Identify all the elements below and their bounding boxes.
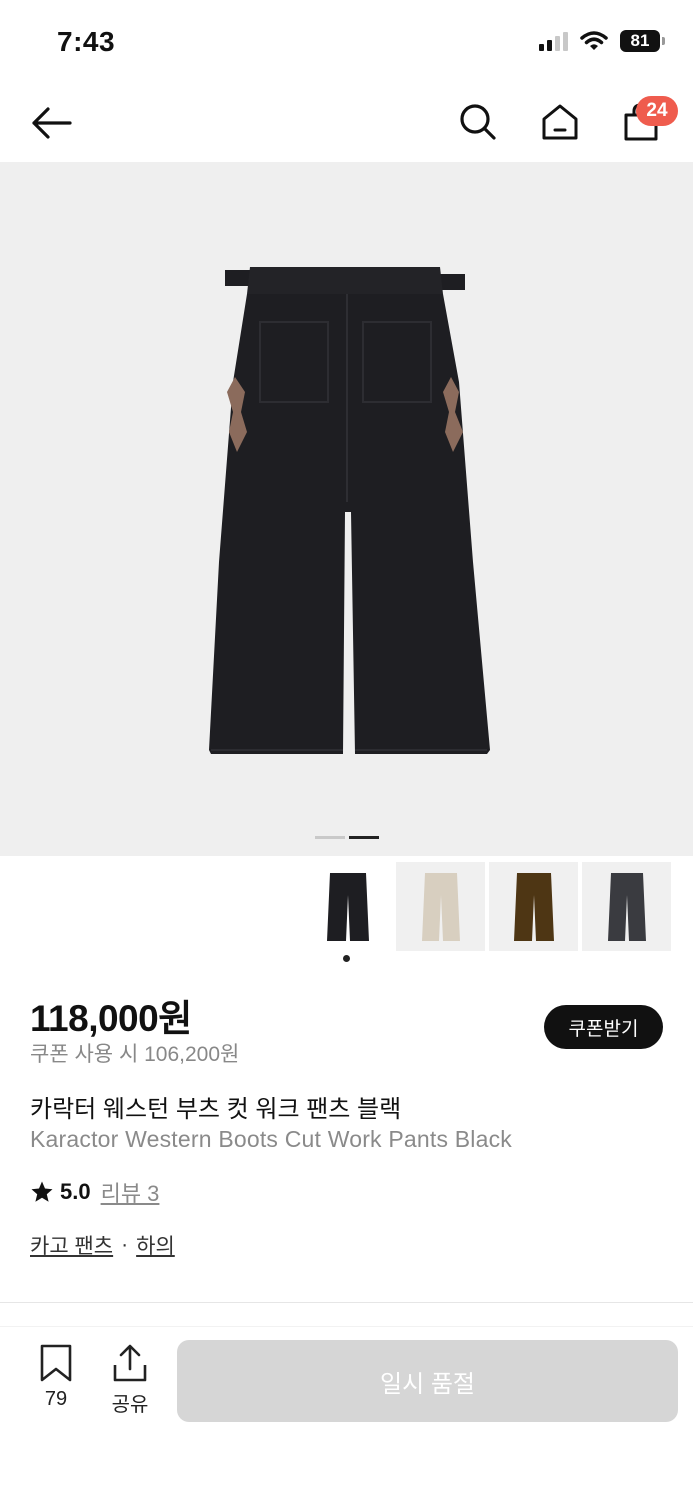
search-icon[interactable] (456, 100, 500, 144)
color-thumbnails (303, 862, 671, 951)
battery-icon: 81 (620, 30, 665, 52)
share-icon (113, 1344, 147, 1382)
bottom-action-bar: 79 공유 일시 품절 (0, 1326, 693, 1500)
bookmark-count: 79 (44, 1388, 68, 1410)
coupon-price: 쿠폰 사용 시 106,200원 (30, 1043, 240, 1066)
carousel-dot-2 (349, 836, 379, 839)
thumbnail-black[interactable] (303, 862, 392, 951)
category-separator: · (121, 1233, 129, 1256)
carousel-indicator (315, 836, 379, 839)
thumbnail-charcoal[interactable] (582, 862, 671, 951)
status-icons: 81 (539, 30, 665, 52)
cellular-signal-icon (539, 31, 568, 51)
category-link-bottoms[interactable]: 하의 (136, 1230, 175, 1260)
product-title-english: Karactor Western Boots Cut Work Pants Bl… (30, 1126, 512, 1152)
category-row: 카고 팬츠 · 하의 (30, 1230, 175, 1260)
back-arrow-icon[interactable] (28, 100, 74, 146)
carousel-dot-1 (315, 836, 345, 839)
top-nav (0, 80, 693, 162)
bookmark-icon (40, 1344, 72, 1382)
star-icon (31, 1181, 53, 1202)
status-bar: 7:43 81 (0, 0, 693, 80)
thumbnail-brown[interactable] (489, 862, 578, 951)
product-price: 118,000원 (30, 998, 192, 1039)
category-link-cargo-pants[interactable]: 카고 팬츠 (30, 1230, 113, 1260)
review-link[interactable]: 리뷰 3 (101, 1176, 160, 1208)
status-time: 7:43 (57, 26, 116, 57)
share-label: 공유 (111, 1394, 149, 1416)
rating-value: 5.0 (60, 1179, 91, 1204)
cart-count-badge: 24 (636, 96, 678, 126)
thumbnail-cream[interactable] (396, 862, 485, 951)
divider (0, 1302, 693, 1303)
wifi-icon (580, 31, 608, 50)
selected-thumbnail-dot (343, 955, 350, 962)
product-image-carousel[interactable] (0, 162, 693, 856)
home-icon[interactable] (538, 100, 582, 144)
product-image (209, 267, 490, 754)
bookmark-button[interactable]: 79 (28, 1344, 84, 1411)
get-coupon-button[interactable]: 쿠폰받기 (544, 1005, 663, 1049)
share-button[interactable]: 공유 (102, 1344, 158, 1417)
rating-row: 5.0 리뷰 3 (30, 1176, 159, 1208)
sold-out-button[interactable]: 일시 품절 (177, 1340, 678, 1422)
battery-level: 81 (620, 30, 660, 52)
product-title-korean: 카락터 웨스턴 부츠 컷 워크 팬츠 블랙 (30, 1096, 402, 1123)
